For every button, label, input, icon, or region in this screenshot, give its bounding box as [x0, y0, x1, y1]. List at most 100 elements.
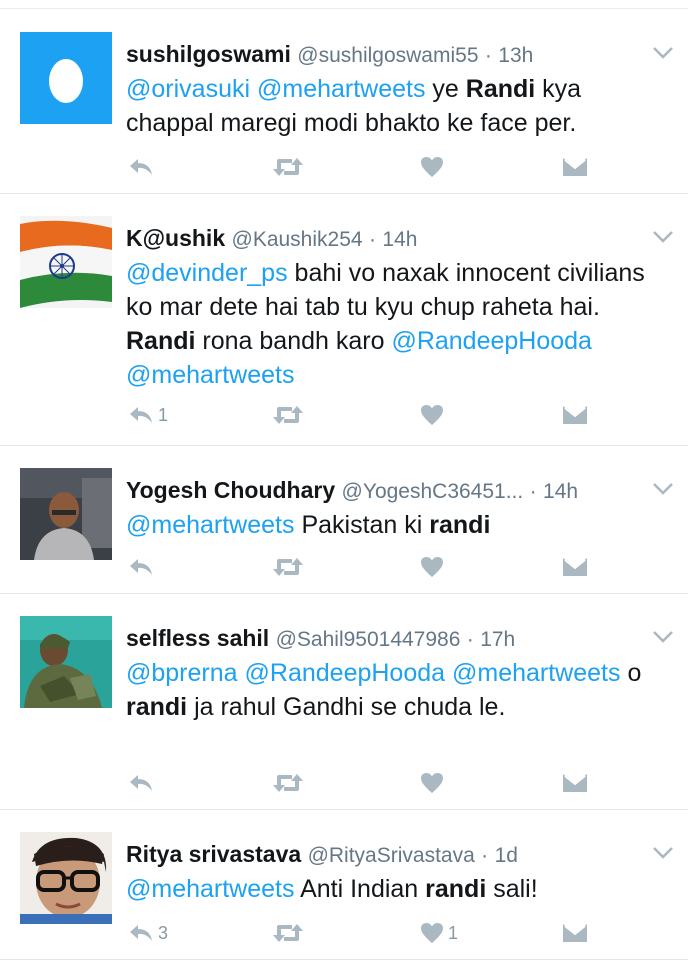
direct-message-button[interactable] — [562, 918, 588, 948]
display-name[interactable]: Yogesh Choudhary — [126, 477, 335, 503]
heart-icon — [420, 156, 444, 178]
chevron-down-icon[interactable] — [652, 482, 674, 496]
tweet-feed: sushilgoswami @sushilgoswami55 · 13h @ori… — [0, 0, 688, 960]
timestamp[interactable]: 17h — [480, 628, 515, 651]
display-name[interactable]: selfless sahil — [126, 625, 269, 651]
avatar[interactable] — [20, 468, 112, 560]
tweet-item[interactable]: selfless sahil @Sahil9501447986 · 17h @bp… — [0, 594, 688, 810]
direct-message-button[interactable] — [562, 552, 588, 582]
tweet-item[interactable]: K@ushik @Kaushik254 · 14h @devinder_ps ba… — [0, 194, 688, 446]
mention-link[interactable]: @mehartweets — [126, 361, 295, 389]
user-handle[interactable]: @Kaushik254 — [232, 228, 363, 251]
reply-icon — [128, 923, 154, 943]
text-segment: Anti Indian — [294, 875, 426, 903]
text-segment: sali! — [486, 875, 538, 903]
mention-link[interactable]: @devinder_ps — [126, 259, 288, 287]
direct-message-button[interactable] — [562, 152, 588, 182]
direct-message-button[interactable] — [562, 400, 588, 430]
reply-button[interactable] — [128, 552, 158, 582]
avatar[interactable] — [20, 616, 112, 708]
mention-link[interactable]: @mehartweets — [452, 659, 621, 687]
direct-message-icon — [562, 773, 588, 793]
retweet-icon — [272, 404, 304, 426]
text-segment — [250, 75, 257, 103]
retweet-button[interactable] — [272, 400, 304, 430]
direct-message-button[interactable] — [562, 768, 588, 798]
chevron-down-icon[interactable] — [652, 46, 674, 60]
separator-dot: · — [368, 228, 376, 251]
display-name[interactable]: Ritya srivastava — [126, 841, 301, 867]
chevron-down-icon[interactable] — [652, 230, 674, 244]
tweet-header: sushilgoswami @sushilgoswami55 · 13h — [126, 40, 638, 70]
mention-link[interactable]: @mehartweets — [257, 75, 426, 103]
retweet-button[interactable] — [272, 152, 304, 182]
timestamp[interactable]: 1d — [495, 844, 518, 867]
user-handle[interactable]: @Sahil9501447986 — [276, 628, 461, 651]
tweet-actions — [126, 768, 596, 798]
like-button[interactable] — [420, 768, 448, 798]
mention-link[interactable]: @RandeepHooda — [245, 659, 446, 687]
mention-link[interactable]: @mehartweets — [126, 511, 295, 539]
tweet-text: @bprerna @RandeepHooda @mehartweets o ra… — [126, 656, 666, 724]
retweet-icon — [272, 922, 304, 944]
separator-dot: · — [466, 628, 474, 651]
timestamp[interactable]: 14h — [382, 228, 417, 251]
tweet-text: @devinder_ps bahi vo naxak innocent civi… — [126, 256, 666, 392]
text-segment — [445, 659, 452, 687]
tweet-item[interactable]: sushilgoswami @sushilgoswami55 · 13h @ori… — [0, 10, 688, 194]
reply-icon — [128, 557, 154, 577]
tweet-item[interactable]: Ritya srivastava @RityaSrivastava · 1d @m… — [0, 810, 688, 960]
timestamp[interactable]: 13h — [498, 44, 533, 67]
separator-dot: · — [484, 44, 492, 67]
highlighted-word: randi — [425, 875, 487, 903]
reply-button[interactable] — [128, 768, 158, 798]
separator-dot: · — [481, 844, 489, 867]
highlighted-word: Randi — [126, 327, 196, 355]
mention-link[interactable]: @mehartweets — [126, 875, 295, 903]
tweet-actions — [126, 552, 596, 582]
user-handle[interactable]: @sushilgoswami55 — [297, 44, 478, 67]
mention-link[interactable]: @bprerna — [126, 659, 238, 687]
like-button[interactable] — [420, 400, 448, 430]
reply-button[interactable]: 1 — [128, 400, 168, 430]
direct-message-icon — [562, 557, 588, 577]
retweet-button[interactable] — [272, 552, 304, 582]
avatar[interactable] — [20, 832, 112, 924]
reply-button[interactable] — [128, 152, 158, 182]
retweet-icon — [272, 556, 304, 578]
tweet-header: Ritya srivastava @RityaSrivastava · 1d — [126, 840, 638, 870]
display-name[interactable]: sushilgoswami — [126, 41, 291, 67]
retweet-button[interactable] — [272, 918, 304, 948]
chevron-down-icon[interactable] — [652, 846, 674, 860]
retweet-icon — [272, 156, 304, 178]
retweet-button[interactable] — [272, 768, 304, 798]
highlighted-word: randi — [429, 511, 491, 539]
timestamp[interactable]: 14h — [543, 480, 578, 503]
user-handle[interactable]: @RityaSrivastava — [308, 844, 475, 867]
direct-message-icon — [562, 405, 588, 425]
separator-dot: · — [529, 480, 537, 503]
reply-button[interactable]: 3 — [128, 918, 168, 948]
direct-message-icon — [562, 157, 588, 177]
text-segment: ye — [425, 75, 466, 103]
like-button[interactable] — [420, 152, 448, 182]
user-handle[interactable]: @YogeshC36451... — [342, 480, 524, 503]
mention-link[interactable]: @RandeepHooda — [391, 327, 592, 355]
tweet-actions: 1 — [126, 400, 596, 430]
highlighted-word: Randi — [465, 75, 536, 103]
reply-icon — [128, 405, 154, 425]
chevron-down-icon[interactable] — [652, 630, 674, 644]
like-count: 1 — [448, 922, 459, 943]
tweet-item[interactable]: Yogesh Choudhary @YogeshC36451... · 14h @… — [0, 446, 688, 594]
display-name[interactable]: K@ushik — [126, 225, 225, 251]
avatar[interactable] — [20, 216, 112, 308]
highlighted-word: randi — [126, 693, 188, 721]
like-button[interactable]: 1 — [420, 918, 458, 948]
tweet-text: @orivasuki @mehartweets ye Randi kya cha… — [126, 72, 666, 140]
text-segment: Pakistan ki — [294, 511, 430, 539]
mention-link[interactable]: @orivasuki — [126, 75, 250, 103]
heart-icon — [420, 404, 444, 426]
like-button[interactable] — [420, 552, 448, 582]
avatar[interactable] — [20, 32, 112, 124]
tweet-header: selfless sahil @Sahil9501447986 · 17h — [126, 624, 638, 654]
